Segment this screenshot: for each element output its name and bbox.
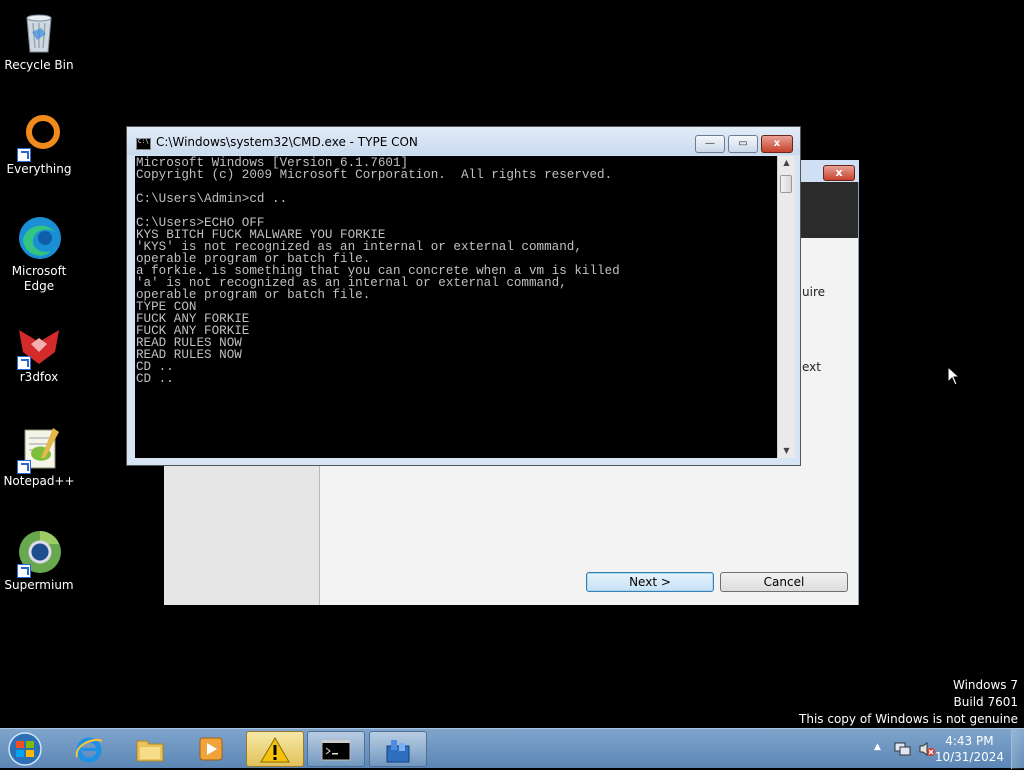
recycle-bin-icon bbox=[15, 8, 63, 56]
r3dfox-icon bbox=[15, 320, 63, 370]
edge-icon bbox=[15, 214, 63, 262]
console-text: Microsoft Windows [Version 6.1.7601] Cop… bbox=[136, 156, 620, 386]
taskbar-item-internet-explorer[interactable] bbox=[61, 731, 119, 767]
desktop-icon-notepad-plus-plus[interactable]: Notepad++ bbox=[0, 424, 78, 489]
taskbar-item-file-explorer[interactable] bbox=[122, 731, 180, 767]
cancel-button[interactable]: Cancel bbox=[720, 572, 848, 592]
taskbar-item-media-player[interactable] bbox=[183, 731, 241, 767]
start-button[interactable] bbox=[3, 731, 47, 767]
everything-icon bbox=[15, 112, 63, 162]
ie-icon bbox=[75, 737, 103, 763]
scroll-down-arrow-icon[interactable]: ▼ bbox=[778, 444, 795, 458]
desktop-icon-supermium[interactable]: Supermium bbox=[0, 528, 78, 593]
close-button[interactable]: x bbox=[761, 135, 793, 153]
network-icon[interactable] bbox=[894, 741, 912, 757]
clock-date: 10/31/2024 bbox=[934, 750, 1004, 764]
mouse-cursor-icon bbox=[947, 366, 961, 386]
warning-icon bbox=[260, 737, 290, 763]
taskbar-item-warning[interactable] bbox=[246, 731, 304, 767]
vertical-scrollbar[interactable]: ▲ ▼ bbox=[777, 156, 795, 458]
scroll-thumb[interactable] bbox=[780, 175, 792, 193]
desktop-icon-recycle-bin[interactable]: Recycle Bin bbox=[0, 8, 78, 73]
clock-time: 4:43 PM bbox=[945, 734, 994, 748]
cmd-icon bbox=[136, 138, 151, 150]
show-hidden-icons-icon[interactable]: ▲ bbox=[874, 742, 884, 754]
desktop-icon-everything[interactable]: Everything bbox=[0, 112, 78, 177]
shortcut-arrow-icon bbox=[17, 148, 31, 162]
shortcut-arrow-icon bbox=[17, 460, 31, 474]
watermark-genuine-notice: This copy of Windows is not genuine bbox=[799, 712, 1018, 726]
notepad-plus-plus-icon bbox=[15, 424, 63, 474]
volume-muted-icon[interactable] bbox=[918, 741, 936, 757]
folder-icon bbox=[136, 740, 164, 762]
watermark-build: Build 7601 bbox=[953, 695, 1018, 709]
windows-watermark: Windows 7 Build 7601 This copy of Window… bbox=[799, 677, 1018, 728]
cmd-window: C:\Windows\system32\CMD.exe - TYPE CON —… bbox=[126, 126, 801, 466]
desktop-icon-r3dfox[interactable]: r3dfox bbox=[0, 320, 78, 385]
desktop-icon-label: Notepad++ bbox=[3, 474, 75, 488]
setup-icon bbox=[386, 740, 410, 763]
system-tray: ▲ 4:43 PM 10/31/2024 bbox=[864, 729, 1024, 769]
next-button[interactable]: Next > bbox=[586, 572, 714, 592]
windows-orb-icon bbox=[8, 732, 42, 766]
close-button[interactable]: x bbox=[823, 165, 855, 181]
desktop-icon-label: Microsoft Edge bbox=[11, 264, 67, 293]
show-desktop-button[interactable] bbox=[1011, 729, 1024, 769]
minimize-button[interactable]: — bbox=[695, 135, 725, 153]
desktop-icon-label: r3dfox bbox=[19, 370, 59, 384]
maximize-button[interactable]: ▭ bbox=[728, 135, 758, 153]
console-output[interactable]: Microsoft Windows [Version 6.1.7601] Cop… bbox=[135, 156, 777, 458]
wizard-text-fragment: ext bbox=[802, 360, 821, 374]
supermium-icon bbox=[15, 528, 63, 578]
desktop-icon-microsoft-edge[interactable]: Microsoft Edge bbox=[0, 214, 78, 294]
taskbar-item-setup[interactable] bbox=[369, 731, 427, 767]
window-title: C:\Windows\system32\CMD.exe - TYPE CON bbox=[156, 135, 418, 149]
media-player-icon bbox=[199, 737, 223, 761]
cmd-icon bbox=[321, 739, 351, 761]
desktop-icon-label: Everything bbox=[6, 162, 72, 176]
shortcut-arrow-icon bbox=[17, 356, 31, 370]
shortcut-arrow-icon bbox=[17, 564, 31, 578]
desktop-icon-label: Recycle Bin bbox=[4, 58, 74, 72]
scroll-up-arrow-icon[interactable]: ▲ bbox=[778, 156, 795, 170]
wizard-text-fragment: uire bbox=[802, 285, 825, 299]
desktop-icon-label: Supermium bbox=[4, 578, 74, 592]
taskbar-item-cmd[interactable] bbox=[307, 731, 365, 767]
taskbar: ▲ 4:43 PM 10/31/2024 bbox=[0, 728, 1024, 769]
clock[interactable]: 4:43 PM 10/31/2024 bbox=[935, 733, 1004, 765]
watermark-os: Windows 7 bbox=[952, 678, 1018, 692]
